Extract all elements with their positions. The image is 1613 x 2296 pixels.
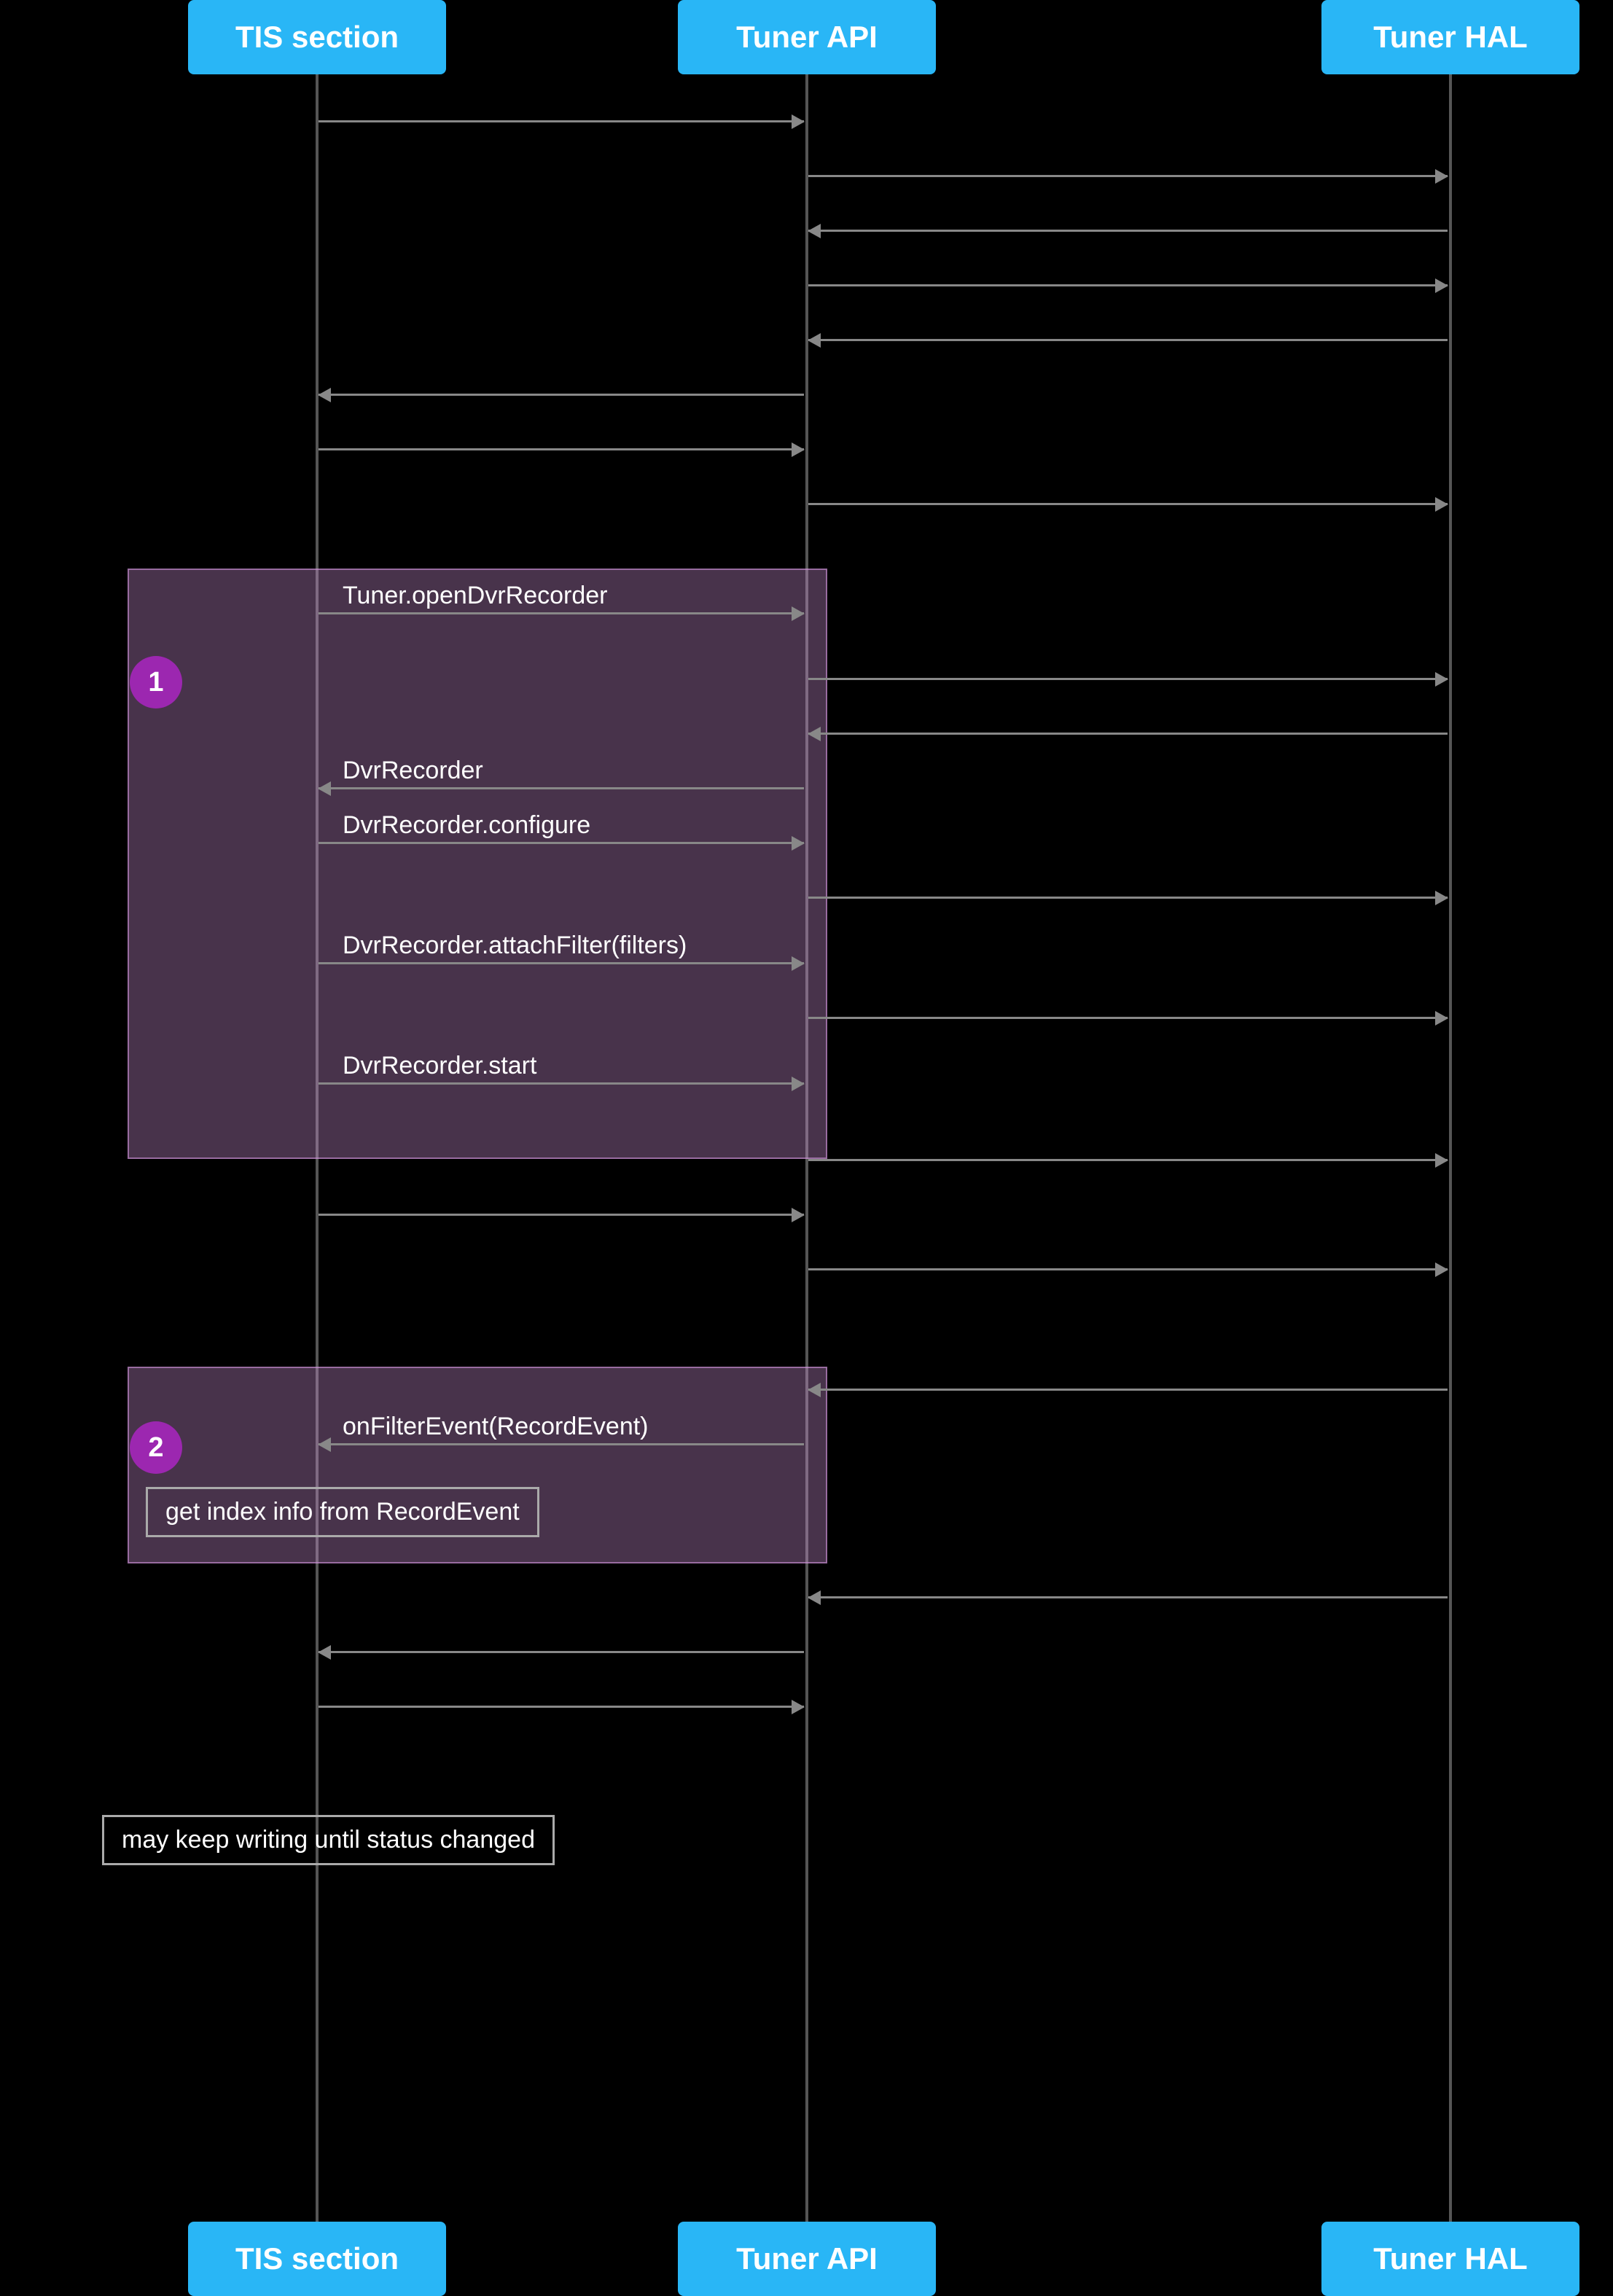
arrow-open-dvr-recorder [319, 612, 804, 614]
tuner-api-header-top: Tuner API [678, 0, 936, 74]
step-circle-2: 2 [130, 1421, 182, 1474]
arrow-7 [319, 448, 804, 450]
tis-header-bottom: TIS section [188, 2222, 446, 2296]
tuner-hal-lifeline [1449, 74, 1452, 2222]
arrow-25 [319, 1706, 804, 1708]
label-dvr-configure: DvrRecorder.configure [343, 811, 590, 840]
arrow-1 [319, 120, 804, 122]
label-dvr-start: DvrRecorder.start [343, 1052, 536, 1080]
arrow-14 [808, 897, 1448, 899]
tuner-api-header-bottom: Tuner API [678, 2222, 936, 2296]
step-circle-1: 1 [130, 656, 182, 708]
arrow-16 [808, 1017, 1448, 1019]
arrow-5 [808, 339, 1448, 341]
tis-header-top: TIS section [188, 0, 446, 74]
arrow-dvr-start [319, 1082, 804, 1085]
arrow-4 [808, 284, 1448, 286]
note-get-index-info: get index info from RecordEvent [146, 1487, 539, 1537]
label-attach-filter: DvrRecorder.attachFilter(filters) [343, 932, 687, 960]
arrow-attach-filter [319, 962, 804, 964]
arrow-21 [808, 1389, 1448, 1391]
tuner-hal-header-top: Tuner HAL [1321, 0, 1579, 74]
arrow-10 [808, 678, 1448, 680]
arrow-23 [808, 1596, 1448, 1598]
label-open-dvr-recorder: Tuner.openDvrRecorder [343, 582, 607, 610]
arrow-3 [808, 230, 1448, 232]
arrow-dvr-recorder [319, 787, 804, 789]
note-may-keep-writing: may keep writing until status changed [102, 1815, 555, 1865]
arrow-8 [808, 503, 1448, 505]
arrow-20 [808, 1268, 1448, 1270]
arrow-18 [808, 1159, 1448, 1161]
tuner-hal-header-bottom: Tuner HAL [1321, 2222, 1579, 2296]
label-on-filter-event: onFilterEvent(RecordEvent) [343, 1413, 649, 1441]
arrow-24 [319, 1651, 804, 1653]
label-dvr-recorder: DvrRecorder [343, 757, 483, 785]
arrow-on-filter-event [319, 1443, 804, 1445]
arrow-dvr-configure [319, 842, 804, 844]
arrow-11 [808, 733, 1448, 735]
arrow-6 [319, 394, 804, 396]
arrow-19 [319, 1214, 804, 1216]
arrow-2 [808, 175, 1448, 177]
